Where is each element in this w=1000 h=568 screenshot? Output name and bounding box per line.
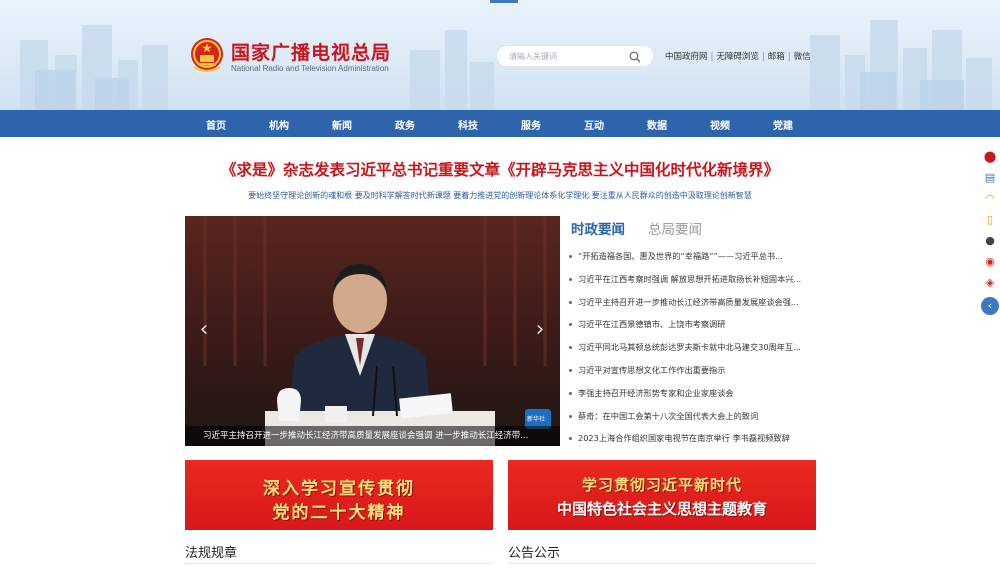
headline-subtitle[interactable]: 要始终坚守理论创新的魂和根 要及时科学解答时代新课题 要着力推进党的创新理论体系… — [0, 190, 1000, 201]
list-item[interactable]: 李强主持召开经济形势专家和企业家座谈会 — [568, 387, 813, 410]
headline-title[interactable]: 《求是》杂志发表习近平总书记重要文章《开辟马克思主义中国化时代化新境界》 — [0, 158, 1000, 180]
banner-theme-education[interactable]: 学习贯彻习近平新时代 中国特色社会主义思想主题教育 — [508, 460, 816, 530]
nav-item-data[interactable]: 数据 — [647, 117, 667, 132]
list-item[interactable]: 2023上海合作组织国家电视节在南京举行 李书磊视频致辞 — [568, 432, 813, 455]
section-regulations-title[interactable]: 法规规章 — [185, 542, 237, 561]
emblem-icon[interactable]: ⬤ — [983, 150, 997, 164]
nav-item-news[interactable]: 新闻 — [332, 117, 352, 132]
main-nav: 首页 机构 新闻 政务 科技 服务 互动 数据 视频 党建 — [0, 110, 1000, 137]
slider-next-arrow-icon[interactable]: › — [533, 318, 547, 342]
nav-item-service[interactable]: 服务 — [521, 117, 541, 132]
list-item[interactable]: 习近平在江西景德镇市、上饶市考察调研 — [568, 318, 813, 341]
list-item[interactable]: 习近平在江西考察时强调 解放思想开拓进取扬长补短固本兴... — [568, 273, 813, 296]
banner-right-line1: 学习贯彻习近平新时代 — [581, 476, 742, 494]
link-gov[interactable]: 中国政府网 — [665, 52, 708, 62]
separator: | — [710, 52, 714, 62]
list-item[interactable]: “开拓造福各国、惠及世界的“幸福路””——习近平总书... — [568, 250, 813, 273]
section-announcements-title[interactable]: 公告公示 — [508, 542, 560, 561]
banner-left-line1: 深入学习宣传贯彻 — [263, 479, 415, 499]
nav-item-interact[interactable]: 互动 — [584, 117, 604, 132]
nav-item-home[interactable]: 首页 — [206, 117, 226, 132]
link-wechat[interactable]: 微信 — [794, 52, 811, 62]
banner-right-line2: 中国特色社会主义思想主题教育 — [556, 500, 767, 518]
news-slider[interactable]: 新华社 — [185, 216, 560, 446]
tab-politics-news[interactable]: 时政要闻 — [571, 218, 625, 238]
list-item[interactable]: 蔡奇：在中国工会第十八次全国代表大会上的致词 — [568, 410, 813, 433]
tab-bureau-news[interactable]: 总局要闻 — [648, 218, 702, 238]
site-title[interactable]: 国家广播电视总局 — [231, 38, 391, 65]
app-icon[interactable]: ◈ — [983, 276, 997, 290]
divider — [508, 563, 816, 564]
news-list: “开拓造福各国、惠及世界的“幸福路””——习近平总书... 习近平在江西考察时强… — [568, 250, 813, 455]
nav-item-video[interactable]: 视频 — [710, 117, 730, 132]
mobile-icon[interactable]: ▯ — [983, 213, 997, 227]
back-to-top-icon[interactable]: ‹ — [981, 297, 999, 315]
search-box — [496, 45, 654, 67]
link-mail[interactable]: 邮箱 — [768, 52, 785, 62]
list-item[interactable]: 习近平主持召开进一步推动长江经济带高质量发展座谈会强... — [568, 296, 813, 319]
national-emblem-logo[interactable] — [190, 37, 224, 73]
wechat-icon[interactable]: ● — [983, 234, 997, 248]
top-links: 中国政府网 | 无障碍浏览 | 邮箱 | 微信 — [665, 50, 811, 62]
link-accessibility[interactable]: 无障碍浏览 — [716, 52, 759, 62]
site-header: 国家广播电视总局 National Radio and Television A… — [0, 0, 1000, 110]
slider-caption[interactable]: 习近平主持召开进一步推动长江经济带高质量发展座谈会强调 进一步推动长江经济带..… — [185, 426, 560, 446]
nav-item-org[interactable]: 机构 — [269, 117, 289, 132]
headset-icon[interactable]: ◠ — [983, 192, 997, 206]
top-accent-bar — [490, 0, 518, 3]
search-input[interactable] — [509, 49, 624, 64]
document-icon[interactable]: ▤ — [983, 171, 997, 185]
list-item[interactable]: 习近平同北马其顿总统彭达罗夫斯卡就中北马建交30周年互... — [568, 341, 813, 364]
separator: | — [787, 52, 791, 62]
list-item[interactable]: 习近平对宣传思想文化工作作出重要指示 — [568, 364, 813, 387]
watermark-label: 新华社 — [527, 416, 546, 423]
separator: | — [761, 52, 765, 62]
nav-item-party[interactable]: 党建 — [773, 117, 793, 132]
banner-left-line2: 党的二十大精神 — [272, 503, 406, 523]
nav-item-affairs[interactable]: 政务 — [395, 117, 415, 132]
divider — [185, 563, 493, 564]
banner-twentieth-congress[interactable]: 深入学习宣传贯彻 党的二十大精神 — [185, 460, 493, 530]
site-subtitle: National Radio and Television Administra… — [231, 64, 389, 73]
search-icon[interactable] — [629, 51, 641, 63]
slider-photo — [185, 216, 560, 446]
weibo-icon[interactable]: ◉ — [983, 255, 997, 269]
slider-prev-arrow-icon[interactable]: ‹ — [197, 318, 211, 342]
nav-item-tech[interactable]: 科技 — [458, 117, 478, 132]
